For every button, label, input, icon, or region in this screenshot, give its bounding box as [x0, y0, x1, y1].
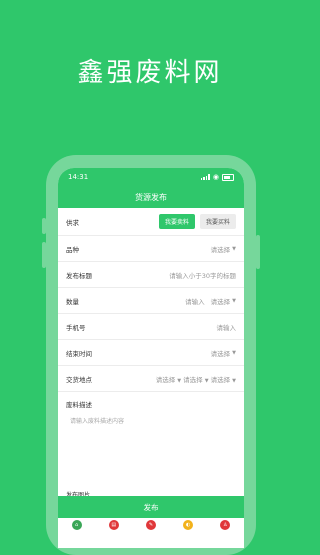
app-title: 鑫强废料网 [77, 58, 223, 88]
supply-row: 供求 我要卖料 我要买料 [58, 208, 244, 236]
location-label: 交货地点 [66, 375, 92, 384]
phone-side-button [42, 218, 46, 234]
chevron-down-icon: ▼ [232, 349, 236, 356]
end-time-select[interactable]: 请选择 [211, 348, 231, 358]
submit-button[interactable]: 发布 [58, 496, 244, 518]
market-icon[interactable]: ▤ [108, 520, 119, 530]
variety-select[interactable]: 请选择 [211, 244, 231, 254]
unit-select[interactable]: 请选择 [211, 296, 231, 306]
chevron-down-icon: ▼ [232, 245, 236, 252]
quantity-row: 数量 请输入 请选择 ▼ [58, 288, 244, 314]
sell-option-button[interactable]: 我要卖料 [158, 214, 195, 229]
end-time-label: 结束时间 [66, 349, 92, 358]
supply-label: 供求 [66, 218, 79, 227]
variety-row[interactable]: 品种 请选择 ▼ [58, 236, 244, 262]
page-title: 货源发布 [135, 192, 167, 202]
title-row: 发布标题 请输入小于30字的标题 [58, 262, 244, 288]
wifi-icon: ◉ [212, 173, 219, 181]
publish-form: 供求 我要卖料 我要买料 品种 请选择 ▼ 发布标题 请输入小于30字的标题 数量… [58, 208, 244, 468]
phone-input[interactable]: 请输入 [217, 322, 237, 332]
quantity-label: 数量 [66, 297, 79, 306]
home-icon[interactable]: ⌂ [71, 520, 82, 530]
status-time: 14:31 [68, 173, 89, 181]
news-icon[interactable]: ◐ [183, 520, 194, 530]
phone-label: 手机号 [66, 323, 86, 332]
description-textarea[interactable]: 请输入废料描述内容 [66, 412, 236, 468]
location-row: 交货地点 请选择 ▼ 请选择 ▼ 请选择 ▼ [58, 366, 244, 392]
province-select[interactable]: 请选择 ▼ [156, 374, 181, 384]
status-bar: 14:31 ◉ [58, 168, 244, 186]
city-select[interactable]: 请选择 ▼ [183, 374, 208, 384]
description-label: 废料描述 [66, 401, 92, 409]
signal-icon [200, 174, 210, 180]
phone-screen: 14:31 ◉ 货源发布 供求 我要卖料 我要买料 品种 请选择 ▼ 发布标题 请… [58, 168, 244, 548]
phone-side-button [256, 235, 260, 269]
title-input[interactable]: 请输入小于30字的标题 [169, 270, 236, 280]
quantity-input[interactable]: 请输入 [185, 296, 205, 306]
profile-icon[interactable]: ♙ [220, 520, 231, 530]
publish-icon[interactable]: ✎ [145, 520, 156, 530]
nav-bar: 货源发布 [58, 186, 244, 208]
end-time-row[interactable]: 结束时间 请选择 ▼ [58, 340, 244, 366]
title-label: 发布标题 [66, 271, 92, 280]
district-select[interactable]: 请选择 ▼ [211, 374, 236, 384]
phone-row: 手机号 请输入 [58, 314, 244, 340]
variety-label: 品种 [66, 245, 79, 254]
buy-option-button[interactable]: 我要买料 [199, 214, 236, 229]
phone-side-button [42, 242, 46, 268]
battery-icon [222, 173, 234, 181]
tab-bar: ⌂ ▤ ✎ ◐ ♙ [58, 518, 244, 548]
chevron-down-icon: ▼ [232, 297, 236, 304]
